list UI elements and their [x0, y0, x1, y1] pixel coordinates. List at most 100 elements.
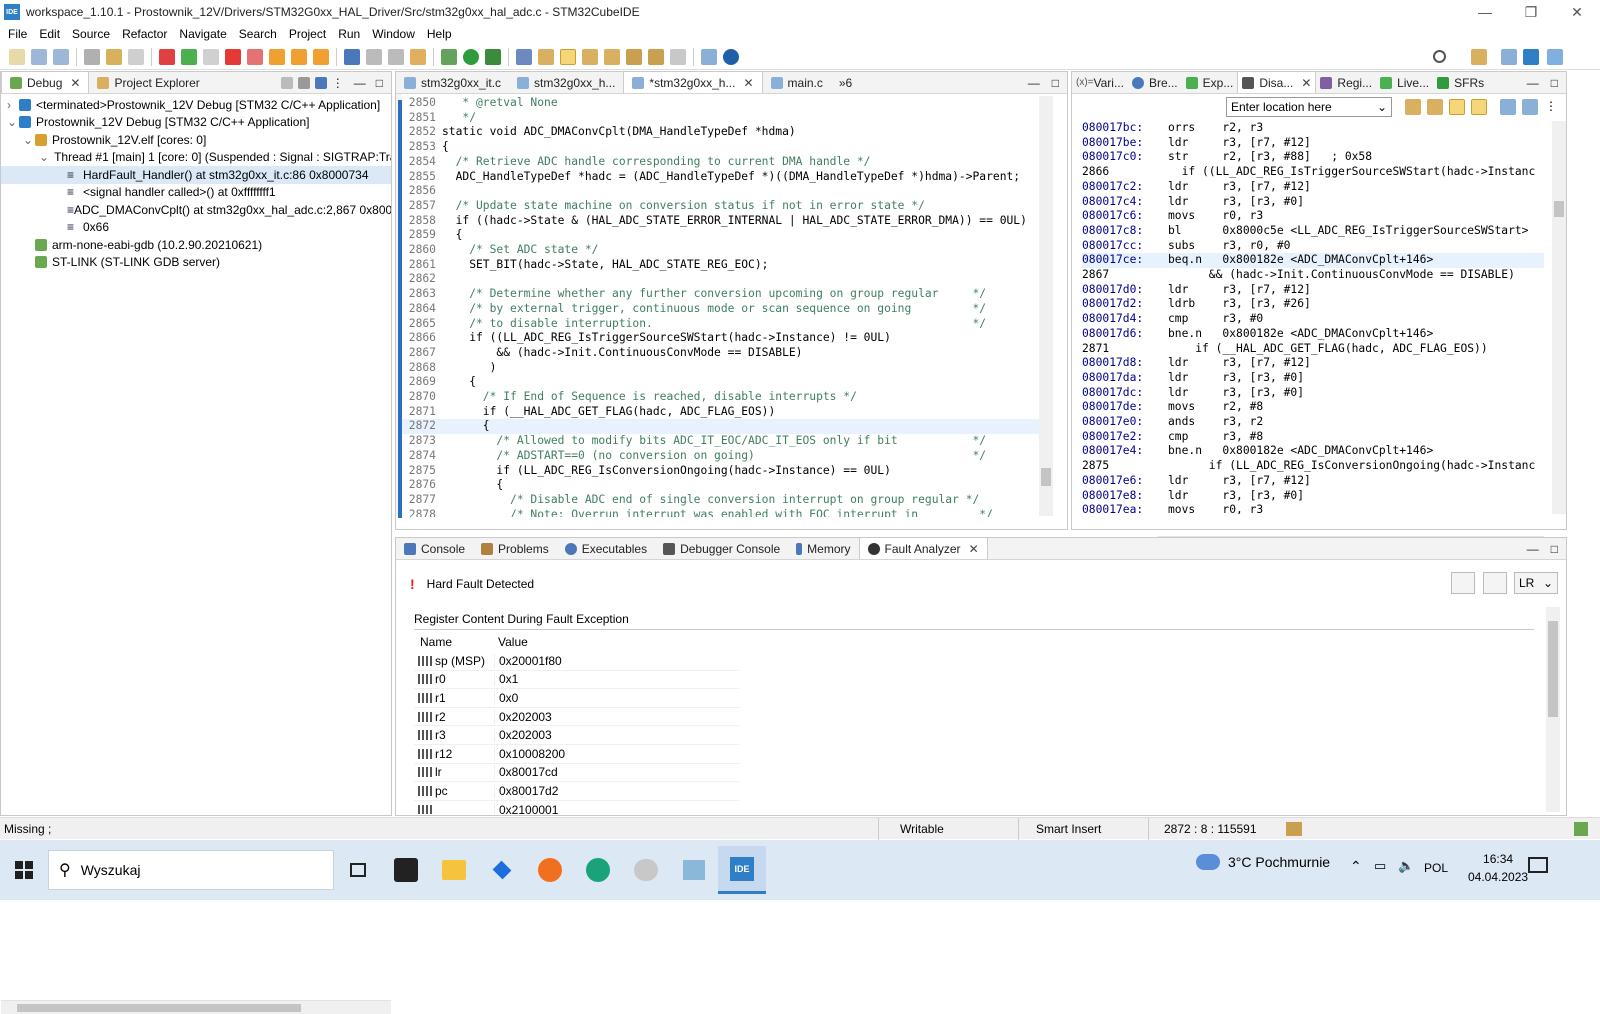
chevron-down-icon[interactable]: ⌄ [1377, 100, 1387, 114]
menu-edit[interactable]: Edit [39, 27, 60, 41]
tab-stm32g0xx-it[interactable]: stm32g0xx_it.c [396, 72, 509, 93]
open-editor-icon[interactable] [1451, 572, 1475, 594]
register-row[interactable]: lr 0x80017cd [414, 764, 739, 783]
stm32cubeide-taskbar-icon[interactable]: IDE [718, 846, 766, 894]
close-window-button[interactable]: ✕ [1554, 0, 1600, 24]
run-icon[interactable] [181, 48, 197, 65]
register-select[interactable]: LR ⌄ [1514, 572, 1558, 594]
tab-stm32g0xx-h[interactable]: stm32g0xx_h... [509, 72, 623, 93]
disassembly-area[interactable]: 080017bc: orrs r2, r3 080017be: ldr r3, [r7… [1082, 121, 1544, 514]
tab-project-explorer[interactable]: Project Explorer [89, 72, 207, 93]
open-type-icon[interactable] [516, 48, 532, 65]
notifications-icon[interactable] [1574, 822, 1588, 836]
tab-main-c[interactable]: main.c [763, 72, 831, 93]
firefox-icon[interactable] [526, 846, 574, 894]
status-insert-mode[interactable]: Smart Insert [1036, 822, 1101, 836]
prev-annotation-icon[interactable] [604, 48, 620, 65]
home-icon[interactable] [1427, 99, 1443, 115]
tree-item[interactable]: ≡ 0x66 [1, 219, 391, 237]
layout-icon[interactable] [1483, 572, 1507, 594]
menu-run[interactable]: Run [338, 27, 360, 41]
mx-icon[interactable] [1523, 48, 1539, 65]
volume-icon[interactable]: 🔈 [1398, 858, 1414, 874]
menu-help[interactable]: Help [427, 27, 452, 41]
register-row[interactable]: r2 0x202003 [414, 708, 739, 727]
menu-file[interactable]: File [8, 27, 27, 41]
register-row[interactable]: pc 0x80017d2 [414, 782, 739, 801]
restart-icon[interactable] [366, 48, 382, 65]
tree-item[interactable]: ⌄ Prostownik_12V Debug [STM32 C/C++ Appli… [1, 114, 391, 132]
register-row[interactable]: 0x2100001 [414, 801, 739, 814]
edge-icon[interactable] [574, 846, 622, 894]
disconnect-icon[interactable] [247, 48, 263, 65]
tab-sfrs[interactable]: SFRs [1433, 72, 1488, 93]
tab-debugger-console[interactable]: Debugger Console [655, 538, 788, 559]
show-source-icon[interactable] [1471, 99, 1487, 115]
tab-memory[interactable]: Memory [788, 538, 858, 559]
go-to-address-icon[interactable] [1405, 99, 1421, 115]
tree-item[interactable]: ST-LINK (ST-LINK GDB server) [1, 254, 391, 272]
dropbox-icon[interactable] [478, 846, 526, 894]
location-input[interactable]: Enter location here ⌄ [1226, 97, 1392, 117]
code-area[interactable]: 2850 * @retval None 2851 */2852 static voi… [402, 96, 1046, 517]
tab-console[interactable]: Console [396, 538, 473, 559]
new-icon[interactable] [9, 48, 25, 65]
build-icon[interactable] [84, 48, 100, 65]
view-menu-icon[interactable]: ⋮ [332, 76, 344, 90]
skip-icon[interactable] [128, 48, 144, 65]
maximize-view-icon[interactable]: □ [1551, 542, 1558, 556]
tree-item[interactable]: arm-none-eabi-gdb (10.2.90.20210621) [1, 236, 391, 254]
menu-window[interactable]: Window [372, 27, 415, 41]
minimize-view-icon[interactable]: — [1028, 76, 1040, 90]
register-row[interactable]: r0 0x1 [414, 671, 739, 690]
tab-live-expressions[interactable]: Live... [1376, 72, 1433, 93]
remove-all-icon[interactable] [297, 76, 310, 89]
close-icon[interactable]: ✕ [743, 76, 753, 90]
more-tabs[interactable]: »6 [831, 72, 860, 93]
resume-icon[interactable] [159, 48, 175, 65]
external-tools-icon[interactable] [485, 48, 501, 65]
tab-fault-analyzer[interactable]: Fault Analyzer ✕ [858, 538, 988, 559]
run-as-icon[interactable] [463, 48, 479, 65]
tab-expressions[interactable]: Exp... [1182, 72, 1238, 93]
battery-icon[interactable]: ▭ [1374, 858, 1386, 874]
menu-project[interactable]: Project [289, 27, 326, 41]
new-view-icon[interactable] [1500, 99, 1516, 115]
close-icon[interactable]: ✕ [1301, 76, 1311, 90]
column-name[interactable]: Name [414, 635, 494, 649]
tab-problems[interactable]: Problems [473, 538, 557, 559]
pencil-icon[interactable] [538, 48, 554, 65]
tree-item[interactable]: ≡ <signal handler called>() at 0xffffffff… [1, 184, 391, 202]
menu-search[interactable]: Search [239, 27, 277, 41]
maximize-view-icon[interactable]: □ [1052, 76, 1059, 90]
pin-icon[interactable] [1522, 99, 1538, 115]
refresh-icon[interactable] [106, 48, 122, 65]
minimize-view-icon[interactable]: — [1527, 542, 1539, 556]
next-annotation-icon[interactable] [582, 48, 598, 65]
tree-item-selected[interactable]: ≡ HardFault_Handler() at stm32g0xx_it.c:8… [1, 166, 391, 184]
minimize-view-icon[interactable]: — [1527, 76, 1539, 90]
close-icon[interactable]: ✕ [70, 76, 80, 90]
clock[interactable]: 16:34 04.04.2023 [1468, 850, 1528, 886]
tab-stm32g0xx-hal-adc[interactable]: *stm32g0xx_h... ✕ [623, 72, 763, 93]
tab-variables[interactable]: (x)= Vari... [1072, 72, 1128, 93]
chevron-up-icon[interactable]: ⌃ [1350, 858, 1362, 875]
column-value[interactable]: Value [494, 635, 528, 649]
step-into-icon[interactable] [269, 48, 285, 65]
debug-perspective-icon[interactable] [1547, 48, 1563, 65]
collapse-icon[interactable] [280, 76, 293, 89]
notification-center-icon[interactable] [1528, 857, 1548, 873]
register-row[interactable]: r1 0x0 [414, 689, 739, 708]
instruction-step-icon[interactable] [344, 48, 360, 65]
menu-source[interactable]: Source [72, 27, 110, 41]
maximize-view-icon[interactable]: □ [376, 76, 383, 90]
close-icon[interactable]: ✕ [969, 542, 979, 556]
taskbar-search[interactable]: ⚲ Wyszukaj [48, 850, 334, 890]
task-view-icon[interactable] [334, 846, 382, 894]
debug-icon[interactable] [441, 48, 457, 65]
tab-registers[interactable]: Regi... [1316, 72, 1376, 93]
minimize-view-icon[interactable]: — [354, 76, 366, 90]
highlight-icon[interactable] [560, 48, 576, 65]
minimize-button[interactable]: — [1462, 0, 1508, 24]
info-icon[interactable] [723, 48, 739, 65]
